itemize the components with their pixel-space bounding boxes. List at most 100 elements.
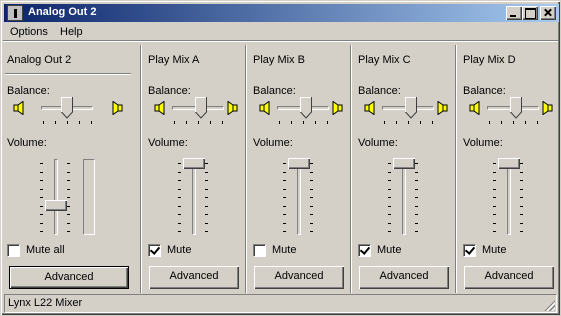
volume-slider-track[interactable] <box>297 159 301 235</box>
advanced-button[interactable]: Advanced <box>9 266 129 289</box>
volume-tick <box>493 180 496 181</box>
volume-tick <box>415 180 418 181</box>
volume-tick <box>178 205 181 207</box>
volume-slider-track[interactable] <box>192 159 196 235</box>
balance-tick <box>210 121 211 124</box>
volume-tick <box>40 188 43 190</box>
volume-tick <box>520 205 523 207</box>
volume-tick <box>67 188 70 190</box>
volume-slider-thumb[interactable] <box>183 158 205 169</box>
title-bar[interactable]: Analog Out 2 <box>4 4 559 22</box>
strip-title: Play Mix A <box>148 54 200 66</box>
advanced-button-label: Advanced <box>274 270 324 282</box>
volume-tick <box>40 214 43 215</box>
volume-tick <box>205 205 208 207</box>
balance-slider-thumb[interactable] <box>299 97 312 119</box>
volume-label: Volume: <box>148 137 188 149</box>
strip-divider <box>245 45 247 293</box>
mute-checkbox[interactable] <box>253 244 266 257</box>
volume-tick <box>415 171 418 173</box>
volume-tick <box>67 222 70 224</box>
volume-tick <box>40 163 43 164</box>
maximize-button[interactable] <box>522 6 538 20</box>
volume-tick <box>310 222 313 224</box>
volume-tick <box>388 231 391 232</box>
mute-all-checkbox[interactable] <box>7 244 20 257</box>
volume-tick <box>205 222 208 224</box>
balance-label: Balance: <box>253 85 296 97</box>
balance-tick <box>279 121 280 124</box>
volume-slider-thumb[interactable] <box>393 158 415 169</box>
volume-tick <box>520 188 523 190</box>
volume-tick <box>388 222 391 224</box>
advanced-button[interactable]: Advanced <box>254 266 344 289</box>
balance-tick <box>222 121 223 124</box>
balance-slider-thumb[interactable] <box>509 97 522 119</box>
resize-grip-icon[interactable] <box>543 299 555 311</box>
volume-slider-track[interactable] <box>402 159 406 235</box>
balance-tick <box>315 121 316 124</box>
volume-tick <box>493 214 496 215</box>
volume-tick <box>283 222 286 224</box>
balance-tick <box>55 121 56 124</box>
master-strip: Analog Out 2 Balance: Volume: Mute all Ad… <box>1 45 139 293</box>
speaker-right-icon <box>542 100 553 116</box>
volume-tick <box>178 163 181 164</box>
balance-slider-thumb[interactable] <box>194 97 207 119</box>
speaker-left-icon <box>469 100 480 116</box>
window-title: Analog Out 2 <box>28 6 97 18</box>
mixer-icon[interactable] <box>7 5 23 21</box>
volume-slider-thumb[interactable] <box>45 200 67 211</box>
volume-tick <box>205 163 208 164</box>
volume-tick <box>415 188 418 190</box>
minimize-button[interactable] <box>506 6 522 20</box>
volume-slider-track[interactable] <box>54 159 58 235</box>
menu-options[interactable]: Options <box>10 26 48 38</box>
volume-tick <box>178 214 181 215</box>
volume-tick <box>40 197 43 198</box>
volume-tick <box>67 205 70 207</box>
volume-tick <box>67 163 70 164</box>
balance-tick <box>67 121 68 124</box>
volume-slider-thumb[interactable] <box>498 158 520 169</box>
volume-tick <box>388 188 391 190</box>
volume-tick <box>205 197 208 198</box>
mixer-strip: Play Mix D Balance: Volume: Mute Advanced <box>457 45 559 293</box>
volume-tick <box>283 231 286 232</box>
volume-tick <box>67 171 70 173</box>
mixer-window: Analog Out 2 Options Help Analog Out 2 Ba… <box>0 0 561 316</box>
balance-slider-thumb[interactable] <box>404 97 417 119</box>
volume-tick <box>205 188 208 190</box>
status-bar: Lynx L22 Mixer <box>4 294 557 313</box>
advanced-button[interactable]: Advanced <box>464 266 554 289</box>
volume-slider-thumb[interactable] <box>288 158 310 169</box>
volume-tick <box>415 231 418 232</box>
volume-tick <box>415 197 418 198</box>
balance-tick <box>537 121 538 124</box>
volume-label: Volume: <box>358 137 398 149</box>
mute-checkbox[interactable] <box>463 244 476 257</box>
balance-slider-thumb[interactable] <box>61 97 73 119</box>
volume-label: Volume: <box>253 137 293 149</box>
volume-slider-track[interactable] <box>507 159 511 235</box>
advanced-button-label: Advanced <box>169 270 219 282</box>
speaker-left-icon <box>154 100 165 116</box>
close-button[interactable] <box>540 6 556 20</box>
title-separator <box>5 73 131 75</box>
volume-tick <box>40 222 43 224</box>
volume-tick <box>493 205 496 207</box>
volume-tick <box>520 214 523 215</box>
advanced-button-label: Advanced <box>484 270 534 282</box>
menu-help[interactable]: Help <box>60 26 83 38</box>
mute-checkbox[interactable] <box>148 244 161 257</box>
balance-tick <box>198 121 199 124</box>
strip-title: Analog Out 2 <box>7 54 72 66</box>
volume-tick <box>493 197 496 198</box>
advanced-button[interactable]: Advanced <box>149 266 239 289</box>
mute-checkbox[interactable] <box>358 244 371 257</box>
volume-tick <box>310 197 313 198</box>
volume-tick <box>520 180 523 181</box>
mute-label: Mute <box>482 244 507 256</box>
advanced-button[interactable]: Advanced <box>359 266 449 289</box>
balance-tick <box>303 121 304 124</box>
